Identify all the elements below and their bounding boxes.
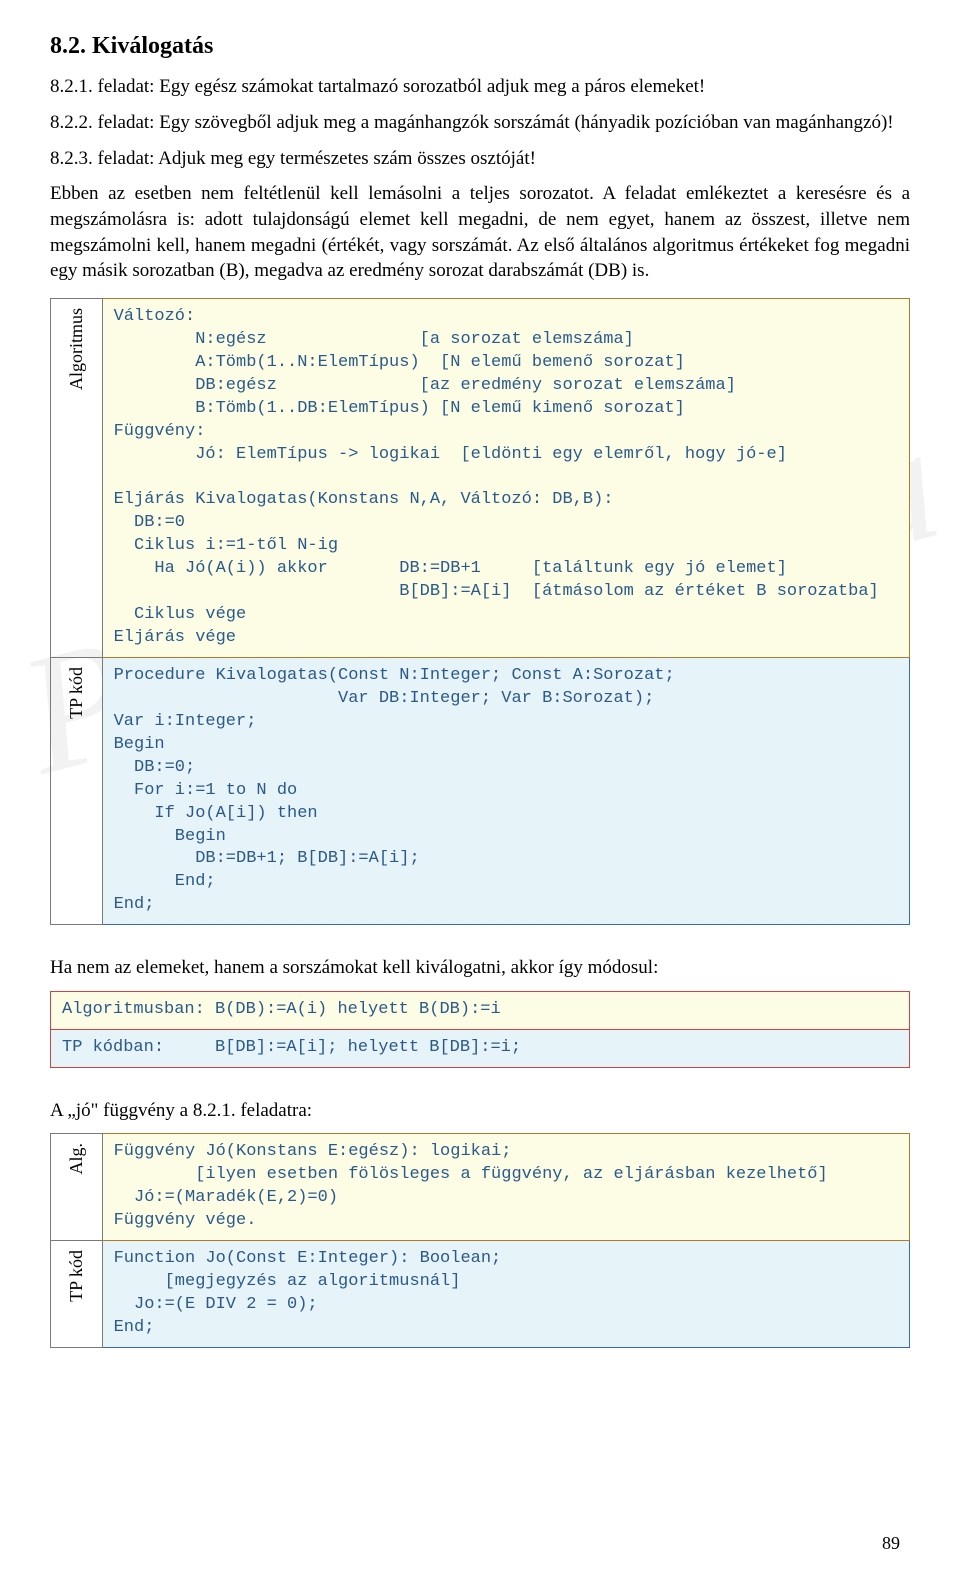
jo-function-intro: A „jó" függvény a 8.2.1. feladatra: — [50, 1098, 910, 1124]
tp-label-cell: TP kód — [51, 657, 103, 924]
algorithm-label-cell: Algoritmus — [51, 298, 103, 657]
algorithm-code: Változó: N:egész [a sorozat elemszáma] A… — [104, 300, 908, 656]
modification-intro: Ha nem az elemeket, hanem a sorszámokat … — [50, 955, 910, 981]
algorithm-table: Algoritmus Változó: N:egész [a sorozat e… — [50, 298, 910, 925]
jo-tp-code: Function Jo(Const E:Integer): Boolean; [… — [104, 1242, 908, 1346]
jo-tp-box: Function Jo(Const E:Integer): Boolean; [… — [102, 1241, 909, 1348]
jo-alg-code: Függvény Jó(Konstans E:egész): logikai; … — [104, 1135, 908, 1239]
mod-alg-code: Algoritmusban: B(DB):=A(i) helyett B(DB)… — [52, 993, 908, 1028]
alg-short-label-cell: Alg. — [51, 1134, 103, 1241]
tp-label-2: TP kód — [64, 1242, 88, 1310]
mod-tp-code: TP kódban: B[DB]:=A[i]; helyett B[DB]:=i… — [52, 1031, 908, 1066]
alg-short-label: Alg. — [64, 1135, 88, 1183]
page-number: 89 — [882, 1531, 900, 1555]
tp-label: TP kód — [64, 659, 88, 727]
task-821: 8.2.1. feladat: Egy egész számokat tarta… — [50, 74, 910, 100]
mod-alg-box: Algoritmusban: B(DB):=A(i) helyett B(DB)… — [51, 991, 910, 1029]
explanation-paragraph: Ebben az esetben nem feltétlenül kell le… — [50, 181, 910, 284]
tp-code-box: Procedure Kivalogatas(Const N:Integer; C… — [102, 657, 909, 924]
section-heading: 8.2. Kiválogatás — [50, 30, 910, 62]
task-822: 8.2.2. feladat: Egy szövegből adjuk meg … — [50, 110, 910, 136]
jo-function-table: Alg. Függvény Jó(Konstans E:egész): logi… — [50, 1133, 910, 1348]
modification-table: Algoritmusban: B(DB):=A(i) helyett B(DB)… — [50, 991, 910, 1068]
mod-tp-box: TP kódban: B[DB]:=A[i]; helyett B[DB]:=i… — [51, 1029, 910, 1067]
jo-alg-box: Függvény Jó(Konstans E:egész): logikai; … — [102, 1134, 909, 1241]
algorithm-code-box: Változó: N:egész [a sorozat elemszáma] A… — [102, 298, 909, 657]
algorithm-label: Algoritmus — [64, 300, 88, 398]
tp-code: Procedure Kivalogatas(Const N:Integer; C… — [104, 659, 908, 923]
task-823: 8.2.3. feladat: Adjuk meg egy természete… — [50, 146, 910, 172]
tp-label-cell-2: TP kód — [51, 1241, 103, 1348]
